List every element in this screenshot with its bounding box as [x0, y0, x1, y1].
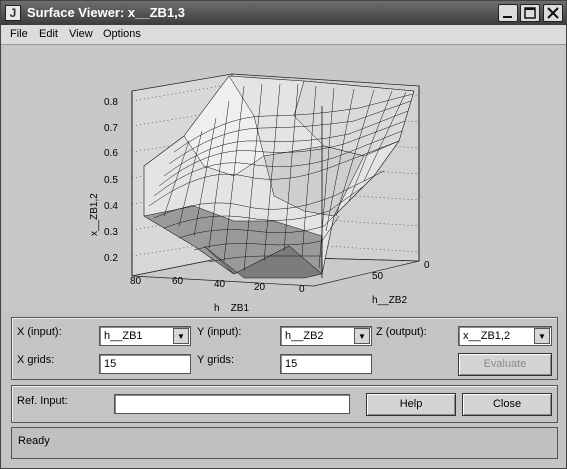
menu-edit[interactable]: Edit [39, 28, 58, 40]
menu-options[interactable]: Options [103, 28, 141, 40]
x-axis-label: h__ZB1 [214, 303, 249, 312]
x-grids-field[interactable] [99, 354, 191, 374]
minimize-icon [503, 16, 512, 18]
window-title: Surface Viewer: x__ZB1,3 [27, 5, 186, 20]
z-output-label: Z (output): [376, 326, 427, 338]
z-tick: 0.8 [104, 97, 118, 108]
x-input-label: X (input): [17, 326, 62, 338]
x-input-value: h__ZB1 [104, 330, 143, 342]
z-tick: 0.3 [104, 227, 118, 238]
menu-view[interactable]: View [69, 28, 93, 40]
y-tick: 0 [424, 260, 430, 271]
maximize-button[interactable] [520, 4, 540, 22]
y-axis-label: h__ZB2 [372, 295, 407, 306]
close-button[interactable]: Close [462, 393, 552, 416]
surface-viewer-window: J Surface Viewer: x__ZB1,3 File Edit Vie… [0, 0, 567, 469]
z-tick: 0.2 [104, 253, 118, 264]
z-tick: 0.4 [104, 201, 118, 212]
y-grids-label: Y grids: [197, 354, 235, 366]
chevron-down-icon[interactable]: ▼ [173, 328, 189, 344]
ref-input-label: Ref. Input: [17, 395, 68, 407]
z-tick: 0.6 [104, 148, 118, 159]
minimize-button[interactable] [498, 4, 518, 22]
matlab-app-icon: J [5, 5, 21, 21]
y-input-label: Y (input): [197, 326, 242, 338]
status-box: Ready [11, 427, 558, 459]
y-tick: 50 [372, 271, 384, 282]
z-output-value: x__ZB1,2 [463, 330, 511, 342]
z-axis-label: x__ZB1,2 [89, 193, 100, 236]
help-button[interactable]: Help [366, 393, 456, 416]
x-input-select[interactable]: h__ZB1 ▼ [99, 326, 191, 346]
z-output-select[interactable]: x__ZB1,2 ▼ [458, 326, 552, 346]
x-tick: 40 [214, 279, 226, 290]
ref-input-field[interactable] [114, 394, 350, 414]
z-tick: 0.7 [104, 123, 118, 134]
close-icon [547, 7, 559, 19]
maximize-icon [524, 7, 536, 19]
x-tick: 60 [172, 276, 184, 287]
x-tick: 20 [254, 282, 266, 293]
y-grids-field[interactable] [280, 354, 372, 374]
surface-plot-area[interactable]: 0.8 0.7 0.6 0.5 0.4 0.3 0.2 x__ZB1,2 80 … [4, 46, 563, 312]
surface-plot[interactable]: 0.8 0.7 0.6 0.5 0.4 0.3 0.2 x__ZB1,2 80 … [4, 46, 563, 312]
x-grids-label: X grids: [17, 354, 55, 366]
y-input-select[interactable]: h__ZB2 ▼ [280, 326, 372, 346]
title-bar[interactable]: J Surface Viewer: x__ZB1,3 [1, 1, 566, 25]
chevron-down-icon[interactable]: ▼ [534, 328, 550, 344]
x-tick: 80 [130, 276, 142, 287]
chevron-down-icon[interactable]: ▼ [354, 328, 370, 344]
close-window-button[interactable] [543, 4, 563, 22]
z-tick: 0.5 [104, 175, 118, 186]
status-text: Ready [18, 435, 50, 447]
menu-bar: File Edit View Options [1, 25, 566, 45]
evaluate-button[interactable]: Evaluate [458, 353, 552, 376]
menu-file[interactable]: File [10, 28, 28, 40]
y-input-value: h__ZB2 [285, 330, 324, 342]
x-tick: 0 [299, 284, 305, 295]
